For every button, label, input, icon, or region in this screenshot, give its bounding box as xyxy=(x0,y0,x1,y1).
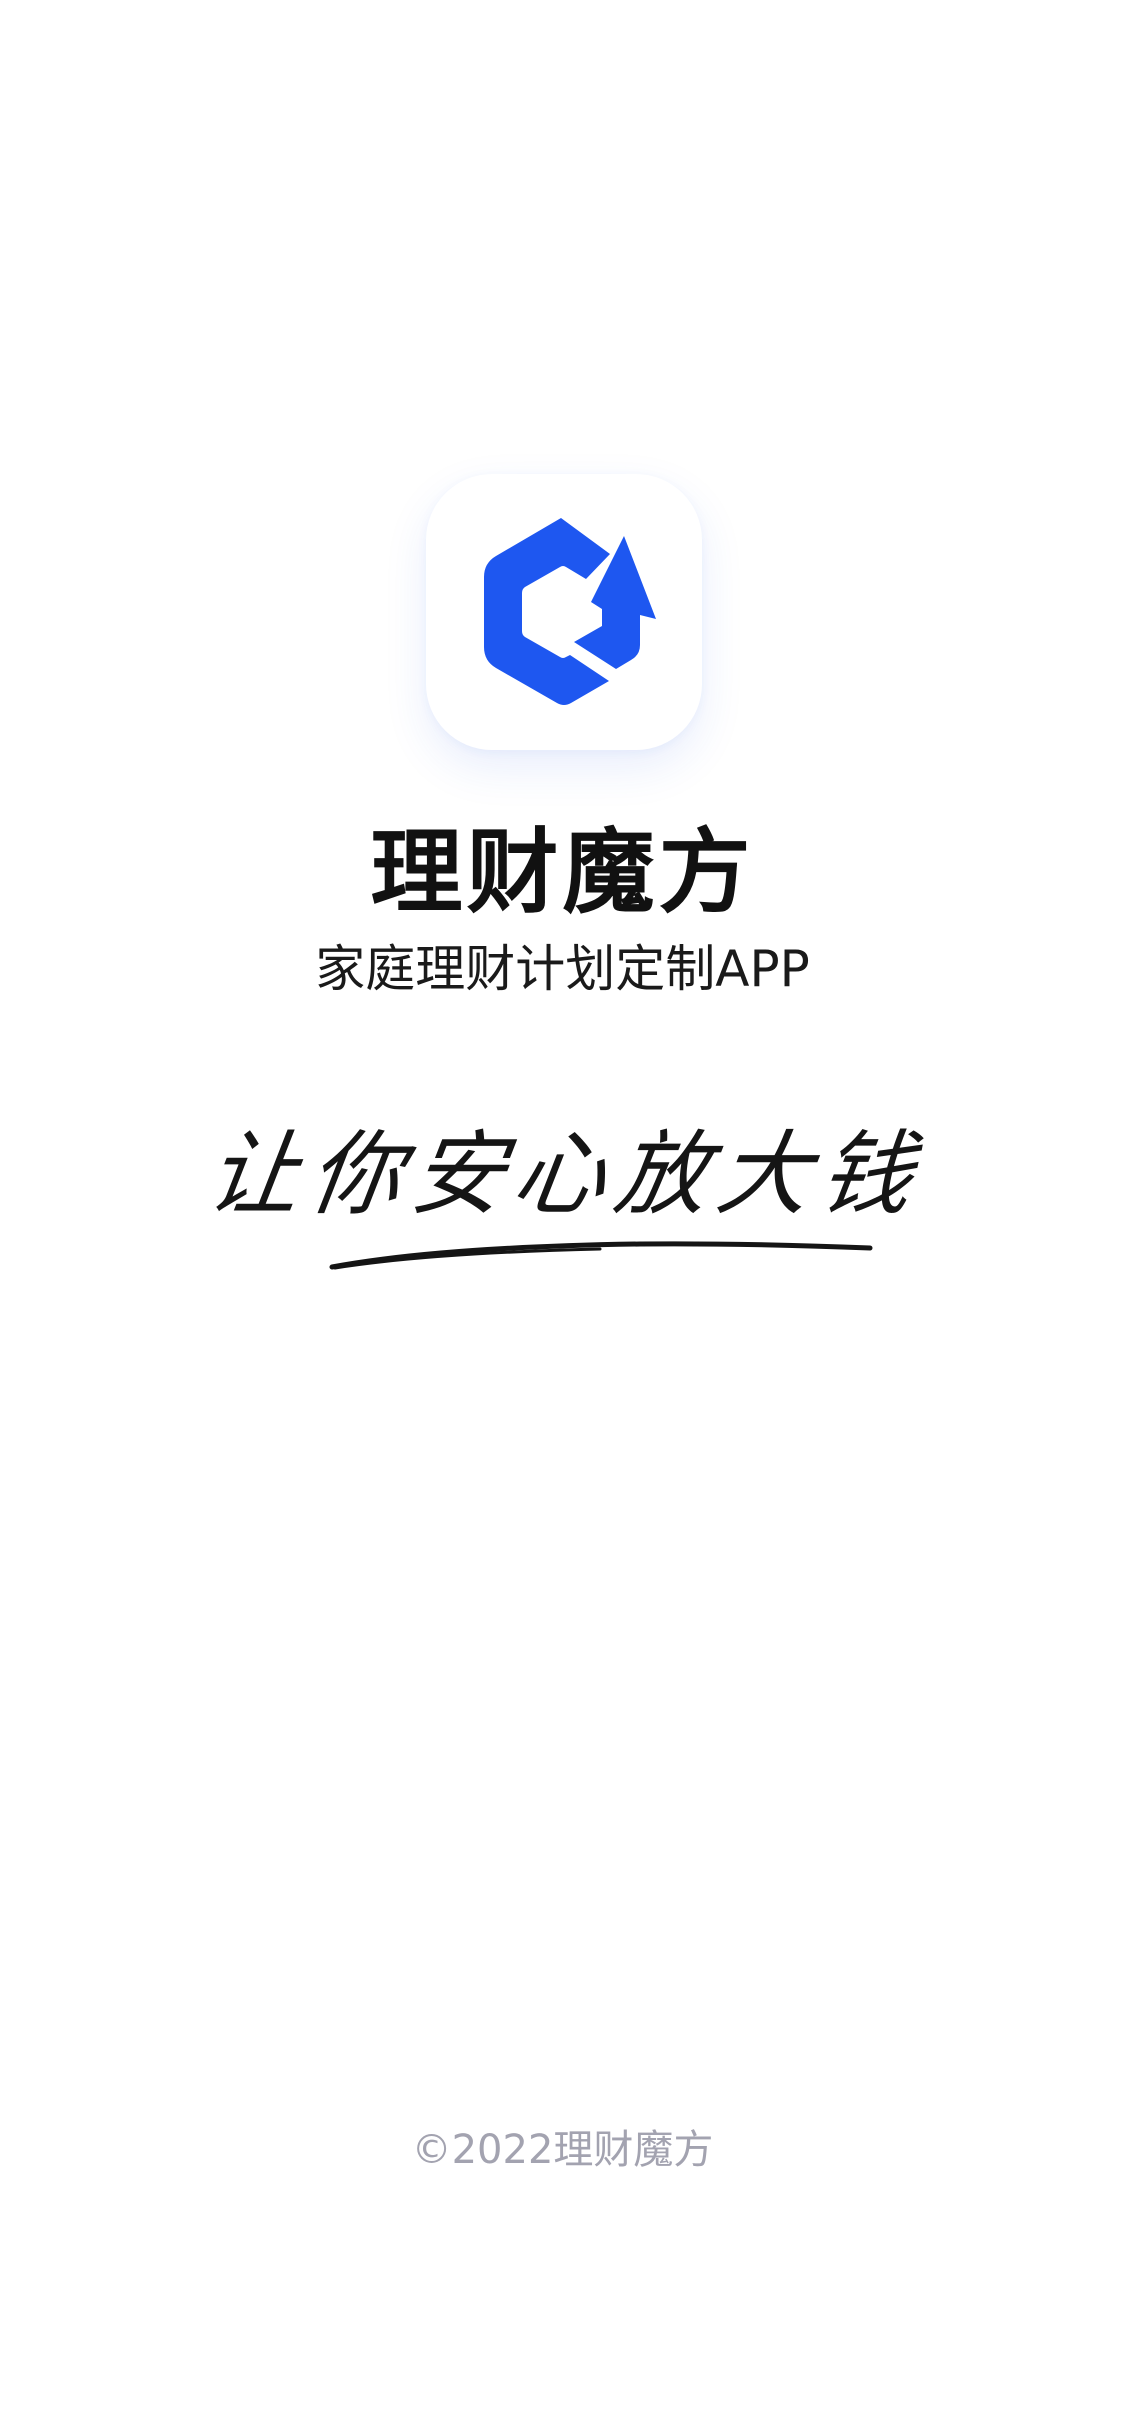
app-subtitle: 家庭理财计划定制APP xyxy=(315,940,810,998)
slogan: 让你安心放大钱 xyxy=(180,1115,950,1285)
copyright-text: ©2022理财魔方 xyxy=(411,2127,714,2173)
cube-arrow-logo-icon xyxy=(484,518,656,705)
slogan-underline xyxy=(329,1241,873,1270)
app-logo xyxy=(426,474,702,750)
app-name: 理财魔方 xyxy=(370,819,755,926)
splash-screen: 理财魔方 家庭理财计划定制APP 让你安心放大钱 ©2022理财魔方 xyxy=(0,0,1125,2436)
